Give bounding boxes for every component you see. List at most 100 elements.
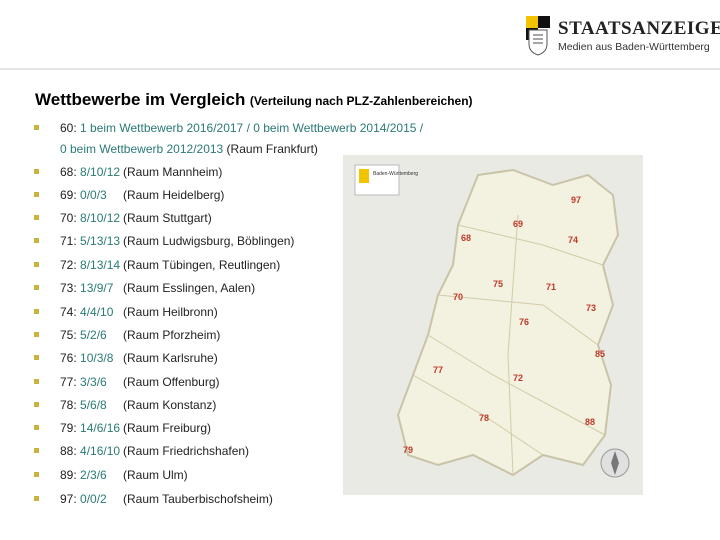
item-code: 88: bbox=[60, 444, 81, 458]
item-text: 72: 8/13/14 bbox=[60, 258, 120, 272]
item-line-1: 60: 1 beim Wettbewerb 2016/2017 / 0 beim… bbox=[60, 121, 423, 135]
item-place: (Raum Konstanz) bbox=[123, 398, 217, 412]
item-values: 0/0/3 bbox=[80, 188, 107, 202]
item-text: 78: 5/6/8 bbox=[60, 398, 107, 412]
item-values: 4/4/10 bbox=[80, 305, 114, 319]
item-place: (Raum Pforzheim) bbox=[123, 328, 221, 342]
item-code: 89: bbox=[60, 468, 81, 482]
item-code: 72: bbox=[60, 258, 81, 272]
bullet-icon bbox=[34, 125, 39, 130]
map-region-label: 76 bbox=[519, 317, 529, 327]
bullet-icon bbox=[34, 262, 39, 267]
item-code: 71: bbox=[60, 234, 81, 248]
item-place: (Raum Freiburg) bbox=[123, 421, 212, 435]
bullet-icon bbox=[34, 192, 39, 197]
bullet-icon bbox=[34, 355, 39, 360]
bullet-icon bbox=[34, 169, 39, 174]
brand-subtitle: Medien aus Baden-Württemberg bbox=[558, 41, 710, 53]
map-region-label: 88 bbox=[585, 417, 595, 427]
map-region-label: 79 bbox=[403, 445, 413, 455]
item-values: 4/16/10 bbox=[80, 444, 121, 458]
item-values: 0 beim Wettbewerb 2012/2013 bbox=[60, 142, 224, 156]
item-values: 2/3/6 bbox=[80, 468, 107, 482]
item-text: 79: 14/6/16 bbox=[60, 421, 120, 435]
item-place: (Raum Stuttgart) bbox=[123, 211, 212, 225]
item-values: 1 beim Wettbewerb 2016/2017 / 0 beim Wet… bbox=[80, 121, 424, 135]
item-code: 69: bbox=[60, 188, 81, 202]
bullet-icon bbox=[34, 425, 39, 430]
item-code: 68: bbox=[60, 165, 81, 179]
item-values: 10/3/8 bbox=[80, 351, 114, 365]
item-place: (Raum Heidelberg) bbox=[123, 188, 225, 202]
map-region-label: 74 bbox=[568, 235, 578, 245]
item-text: 76: 10/3/8 bbox=[60, 351, 113, 365]
item-place: (Raum Tübingen, Reutlingen) bbox=[123, 258, 281, 272]
item-code: 75: bbox=[60, 328, 81, 342]
item-text: 71: 5/13/13 bbox=[60, 234, 120, 248]
map-region-label: 69 bbox=[513, 219, 523, 229]
item-text: 68: 8/10/12 bbox=[60, 165, 120, 179]
item-place: (Raum Ludwigsburg, Böblingen) bbox=[123, 234, 295, 248]
item-values: 5/13/13 bbox=[80, 234, 121, 248]
map-region-label: 78 bbox=[479, 413, 489, 423]
item-place: (Raum Ulm) bbox=[123, 468, 188, 482]
item-text: 74: 4/4/10 bbox=[60, 305, 113, 319]
header-bar: STAATSANZEIGER Medien aus Baden-Württemb… bbox=[0, 0, 720, 70]
item-code: 74: bbox=[60, 305, 81, 319]
staatsanzeiger-logo: STAATSANZEIGER Medien aus Baden-Württemb… bbox=[526, 16, 720, 58]
item-values: 5/6/8 bbox=[80, 398, 107, 412]
item-code: 76: bbox=[60, 351, 81, 365]
title-main: Wettbewerbe im Vergleich bbox=[35, 90, 246, 109]
item-values: 8/10/12 bbox=[80, 211, 121, 225]
bullet-icon bbox=[34, 215, 39, 220]
bullet-icon bbox=[34, 402, 39, 407]
bullet-icon bbox=[34, 309, 39, 314]
bullet-icon bbox=[34, 238, 39, 243]
postal-code-map: Baden-Württemberg 97 69 68 74 75 71 70 73 76 85 77… bbox=[343, 155, 643, 495]
bullet-icon bbox=[34, 496, 39, 501]
item-place: (Raum Esslingen, Aalen) bbox=[123, 281, 256, 295]
map-region-label: 72 bbox=[513, 373, 523, 383]
item-text: 77: 3/3/6 bbox=[60, 375, 107, 389]
item-code: 70: bbox=[60, 211, 81, 225]
map-region-label: 97 bbox=[571, 195, 581, 205]
item-place: (Raum Mannheim) bbox=[123, 165, 223, 179]
map-region-label: 85 bbox=[595, 349, 605, 359]
map-region-label: 68 bbox=[461, 233, 471, 243]
item-values: 0/0/2 bbox=[80, 492, 107, 506]
item-place: (Raum Friedrichshafen) bbox=[123, 444, 250, 458]
map-region-label: 73 bbox=[586, 303, 596, 313]
item-text: 75: 5/2/6 bbox=[60, 328, 107, 342]
item-code: 97: bbox=[60, 492, 81, 506]
map-legend-title: Baden-Württemberg bbox=[373, 171, 418, 177]
slide-title: Wettbewerbe im Vergleich (Verteilung nac… bbox=[35, 90, 473, 110]
item-code: 60: bbox=[60, 121, 81, 135]
map-region-label: 71 bbox=[546, 282, 556, 292]
map-region-label: 70 bbox=[453, 292, 463, 302]
bullet-icon bbox=[34, 472, 39, 477]
item-values: 8/10/12 bbox=[80, 165, 121, 179]
item-place: (Raum Karlsruhe) bbox=[123, 351, 218, 365]
brand-title: STAATSANZEIGER bbox=[558, 18, 720, 39]
item-code: 73: bbox=[60, 281, 81, 295]
bullet-icon bbox=[34, 448, 39, 453]
item-place: (Raum Offenburg) bbox=[123, 375, 220, 389]
map-region-label: 77 bbox=[433, 365, 443, 375]
map-region-label: 75 bbox=[493, 279, 503, 289]
bullet-icon bbox=[34, 332, 39, 337]
item-place: (Raum Heilbronn) bbox=[123, 305, 218, 319]
item-code: 77: bbox=[60, 375, 81, 389]
bullet-icon bbox=[34, 285, 39, 290]
item-code: 79: bbox=[60, 421, 81, 435]
item-place: (Raum Frankfurt) bbox=[223, 142, 318, 156]
item-text: 97: 0/0/2 bbox=[60, 492, 107, 506]
header-divider bbox=[0, 68, 720, 70]
item-text: 89: 2/3/6 bbox=[60, 468, 107, 482]
item-values: 3/3/6 bbox=[80, 375, 107, 389]
item-text: 88: 4/16/10 bbox=[60, 444, 120, 458]
title-sub: (Verteilung nach PLZ-Zahlenbereichen) bbox=[249, 94, 473, 108]
item-text: 70: 8/10/12 bbox=[60, 211, 120, 225]
item-text: 73: 13/9/7 bbox=[60, 281, 113, 295]
item-line-2: 0 beim Wettbewerb 2012/2013 (Raum Frankf… bbox=[60, 142, 318, 156]
item-values: 13/9/7 bbox=[80, 281, 114, 295]
